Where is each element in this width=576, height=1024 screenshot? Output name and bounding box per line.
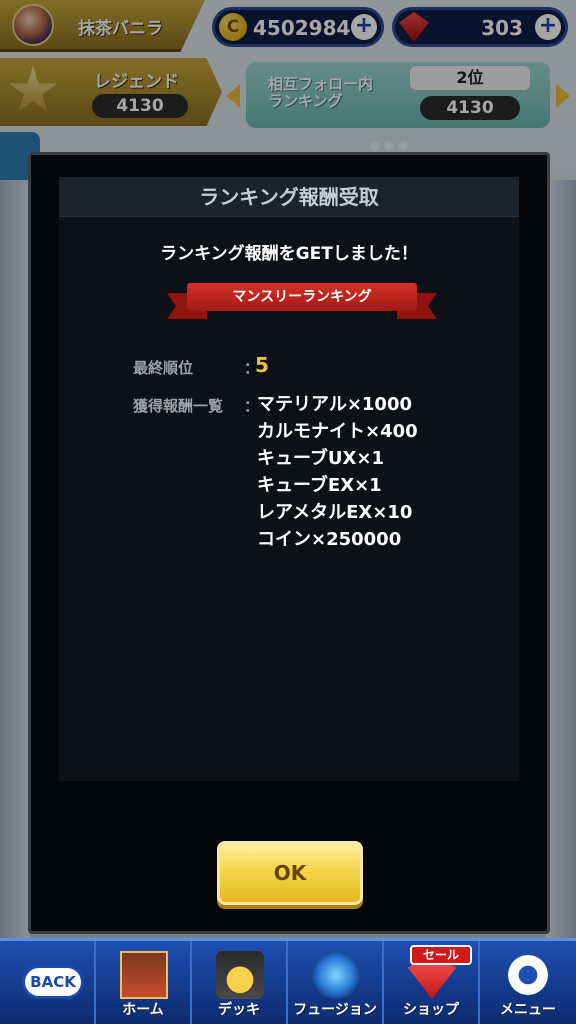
nav-home-label: ホーム [122, 1002, 164, 1018]
list-item: カルモナイト×400 [257, 421, 418, 442]
dialog-title: ランキング報酬受取 [59, 177, 519, 217]
list-item: キューブEX×1 [257, 475, 382, 496]
list-item: キューブUX×1 [257, 448, 385, 469]
nav-fusion[interactable]: フュージョン [288, 941, 384, 1024]
nav-menu[interactable]: メニュー [480, 941, 576, 1024]
ranking-reward-dialog: ランキング報酬受取 ランキング報酬をGETしました！ マンスリーランキング 最終… [28, 152, 550, 934]
ok-button[interactable]: OK [217, 841, 363, 905]
nav-shop-label: ショップ [403, 1002, 459, 1018]
home-icon [120, 951, 168, 999]
monthly-ranking-ribbon: マンスリーランキング [167, 281, 437, 321]
gear-icon [508, 955, 548, 995]
dialog-message: ランキング報酬をGETしました！ [160, 244, 418, 264]
nav-menu-label: メニュー [500, 1002, 556, 1018]
nav-home[interactable]: ホーム [96, 941, 192, 1024]
nav-shop[interactable]: セール ショップ [384, 941, 480, 1024]
sale-badge: セール [410, 945, 472, 965]
bottom-nav: BACK ホーム デッキ フュージョン セール ショップ メニュー [0, 938, 576, 1024]
list-item: マテリアル×1000 [257, 394, 412, 415]
back-arrow-icon: BACK [22, 965, 84, 999]
ribbon-label: マンスリーランキング [187, 283, 417, 311]
final-rank-value: 5 [255, 353, 269, 377]
reward-list: マテリアル×1000 カルモナイト×400 キューブUX×1 キューブEX×1 … [257, 391, 418, 553]
final-rank-label: 最終順位 [133, 359, 194, 377]
deck-icon [216, 951, 264, 999]
dialog-content: ランキング報酬受取 ランキング報酬をGETしました！ マンスリーランキング 最終… [59, 177, 519, 781]
back-button[interactable]: BACK [0, 941, 96, 1024]
nav-deck-label: デッキ [218, 1002, 260, 1018]
nav-fusion-label: フュージョン [293, 1002, 377, 1018]
list-item: レアメタルEX×10 [257, 502, 413, 523]
nav-deck[interactable]: デッキ [192, 941, 288, 1024]
list-item: コイン×250000 [257, 529, 402, 550]
fusion-icon [312, 951, 360, 999]
rewards-label: 獲得報酬一覧 [133, 397, 224, 415]
